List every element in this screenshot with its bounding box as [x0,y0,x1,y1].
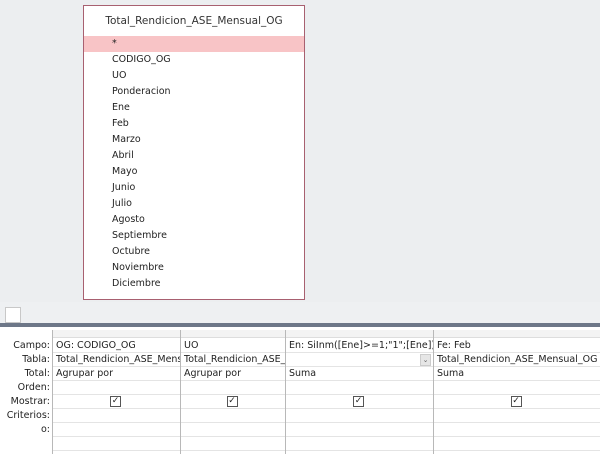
field-item[interactable]: Julio [84,196,304,212]
column-selector-strip[interactable] [52,330,600,338]
grid-cell-o[interactable] [434,423,600,437]
table-field-list[interactable]: Total_Rendicion_ASE_Mensual_OG * CODIGO_O… [83,5,305,300]
grid-cell-total[interactable]: Agrupar por [53,367,180,381]
grid-cell-orden[interactable] [181,381,285,395]
field-item[interactable]: Septiembre [84,228,304,244]
grid-cell-criterios[interactable] [53,409,180,423]
field-item[interactable]: Ene [84,100,304,116]
grid-cell-o[interactable] [181,423,285,437]
table-design-area: Total_Rendicion_ASE_Mensual_OG * CODIGO_O… [0,0,600,302]
horizontal-scrollbar[interactable] [0,302,600,323]
grid-cell-extra[interactable] [286,437,433,451]
grid-cell-criterios[interactable] [286,409,433,423]
grid-cell-orden[interactable] [53,381,180,395]
grid-cell-tabla[interactable]: Total_Rendicion_ASE_Mensual [53,353,180,367]
grid-cell-extra[interactable] [53,437,180,451]
grid-cell-orden[interactable] [286,381,433,395]
grid-cell-o[interactable] [286,423,433,437]
table-title[interactable]: Total_Rendicion_ASE_Mensual_OG [84,6,304,36]
grid-cell-total[interactable]: Suma [434,367,600,381]
grid-cell-total[interactable]: Agrupar por [181,367,285,381]
grid-cell-campo[interactable]: Fe: Feb [434,339,600,353]
row-label: Criterios: [6,410,50,421]
field-item[interactable]: Diciembre [84,276,304,292]
table-dropdown-icon[interactable]: ⌄ [420,354,431,366]
field-item[interactable]: * [84,36,304,52]
grid-cell-tabla[interactable] [286,353,433,367]
scroll-box[interactable] [5,307,21,323]
show-checkbox[interactable]: ✓ [510,396,522,407]
show-checkbox[interactable]: ✓ [353,396,364,407]
row-label: Total: [24,368,50,379]
grid-cell-criterios[interactable] [434,409,600,423]
grid-cell-tabla[interactable]: Total_Rendicion_ASE_Mensual_OG [434,353,600,367]
row-label: Orden: [17,382,50,393]
row-label: Mostrar: [10,396,50,407]
grid-cell-campo[interactable]: OG: CODIGO_OG [53,339,180,353]
grid-cell-criterios[interactable] [181,409,285,423]
field-item[interactable]: Marzo [84,132,304,148]
field-item[interactable]: Mayo [84,164,304,180]
field-item[interactable]: Octubre [84,244,304,260]
field-item[interactable]: Noviembre [84,260,304,276]
show-checkbox[interactable]: ✓ [226,396,238,407]
field-item[interactable]: Feb [84,116,304,132]
field-item[interactable]: Junio [84,180,304,196]
grid-cell-extra[interactable] [181,437,285,451]
grid-cell-total[interactable]: Suma [286,367,433,381]
field-item[interactable]: Agosto [84,212,304,228]
grid-cell-campo[interactable]: En: SiInm([Ene]>=1;"1";[Ene]) [286,339,433,353]
grid-cell-o[interactable] [53,423,180,437]
grid-cell-tabla[interactable]: Total_Rendicion_ASE_Me [181,353,285,367]
field-item[interactable]: UO [84,68,304,84]
grid-cell-extra[interactable] [434,437,600,451]
show-checkbox[interactable]: ✓ [110,396,121,407]
row-label: Tabla: [22,354,50,365]
row-label: o: [40,424,50,435]
field-item[interactable]: Ponderacion [84,84,304,100]
field-item[interactable]: CODIGO_OG [84,52,304,68]
field-item[interactable]: Abril [84,148,304,164]
row-label: Campo: [13,340,50,351]
query-design-grid: Campo: Tabla: Total: Orden: Mostrar: Criterio… [0,327,600,454]
grid-cell-campo[interactable]: UO [181,339,285,353]
grid-cell-orden[interactable] [434,381,600,395]
